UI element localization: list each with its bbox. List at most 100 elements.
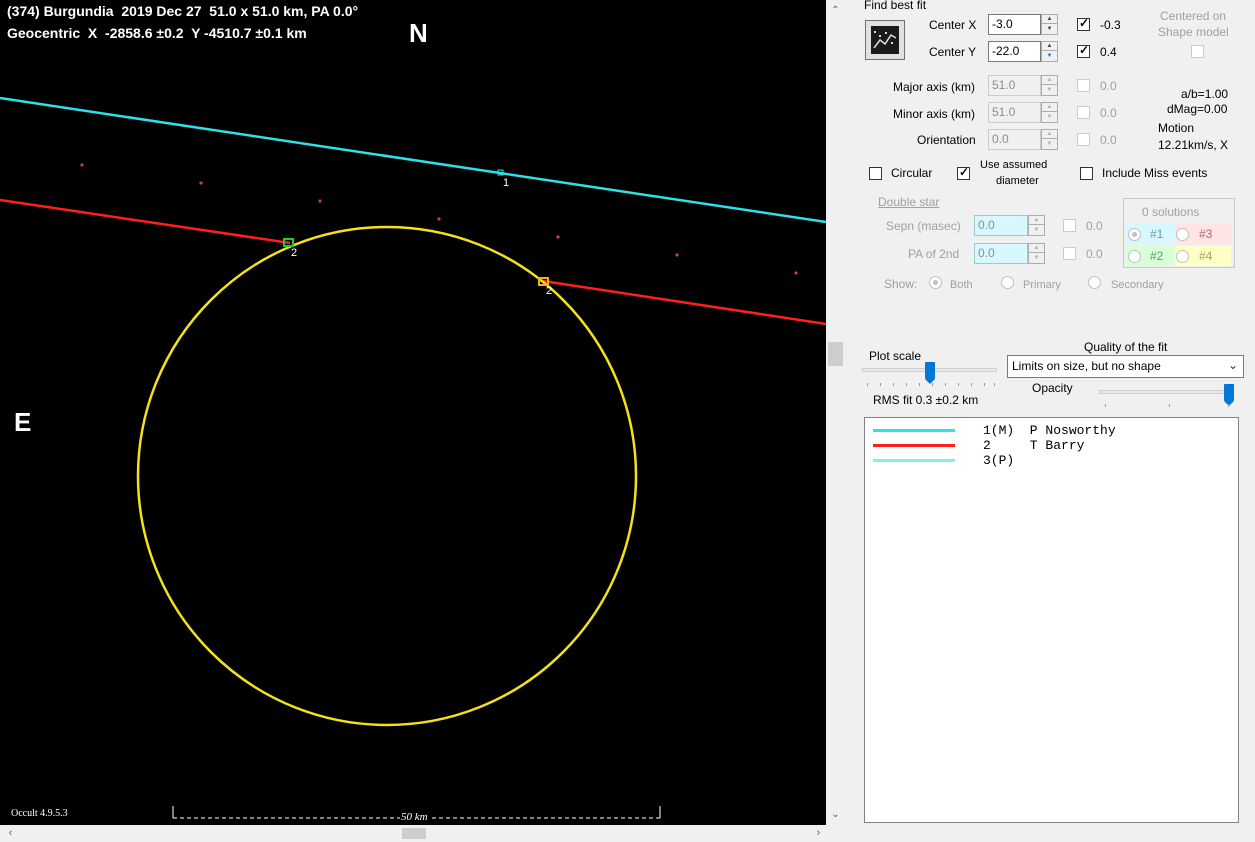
solution-2-radio[interactable] — [1128, 250, 1141, 263]
east-indicator: E — [14, 407, 32, 437]
shape-model-label: Shape model — [1158, 25, 1229, 39]
orientation-input[interactable]: 0.0 — [988, 129, 1041, 150]
chord-line-2-west — [0, 198, 291, 245]
plot-title: (374) Burgundia 2019 Dec 27 51.0 x 51.0 … — [7, 3, 359, 19]
centered-on-shape-model-checkbox[interactable] — [1191, 45, 1204, 58]
major-axis-checkbox[interactable] — [1077, 79, 1090, 92]
chord-line-2-east — [542, 279, 826, 326]
show-label: Show: — [884, 277, 918, 291]
sepn-checkbox[interactable] — [1063, 219, 1076, 232]
legend-observer-text: 2 T Barry — [983, 438, 1085, 453]
minor-axis-checkbox[interactable] — [1077, 106, 1090, 119]
solution-4-option[interactable]: #4 — [1175, 246, 1231, 266]
major-axis-check-label: 0.0 — [1100, 79, 1117, 93]
chord-1-label: 1 — [503, 177, 509, 189]
plot-scale-label: Plot scale — [869, 349, 922, 363]
chord-2-end-label: 2 — [546, 285, 552, 297]
major-axis-input[interactable]: 51.0 — [988, 75, 1041, 96]
quality-of-fit-label: Quality of the fit — [1084, 340, 1168, 354]
north-indicator: N — [409, 18, 428, 48]
circular-checkbox[interactable] — [869, 167, 882, 180]
show-primary-radio[interactable] — [1001, 276, 1014, 289]
legend-color-swatch — [873, 429, 955, 432]
sepn-check-label: 0.0 — [1086, 219, 1103, 233]
rms-fit-label: RMS fit 0.3 ±0.2 km — [873, 393, 979, 407]
pa-of-2nd-spinner[interactable]: ▲ ▼ — [1028, 243, 1045, 264]
occult-shape-fit-window: 1 2 2 (374) Burgundia 2019 Dec 27 51.0 x… — [0, 0, 1255, 842]
centered-on-label: Centered on — [1160, 9, 1227, 23]
solution-1-radio[interactable] — [1128, 228, 1141, 241]
center-x-check-label: -0.3 — [1100, 18, 1121, 32]
scroll-left-arrow-icon[interactable]: ‹ — [2, 825, 19, 842]
center-x-spinner[interactable]: ▲ ▼ — [1041, 14, 1058, 35]
horizontal-scroll-thumb[interactable] — [402, 828, 426, 839]
pa-of-2nd-checkbox[interactable] — [1063, 247, 1076, 260]
vertical-scroll-thumb[interactable] — [828, 342, 843, 366]
circular-label: Circular — [891, 166, 933, 180]
pa-of-2nd-check-label: 0.0 — [1086, 247, 1103, 261]
version-label: Occult 4.9.5.3 — [11, 808, 68, 819]
legend-row[interactable]: 1(M) P Nosworthy — [865, 423, 1235, 438]
legend-observer-text: 3(P) — [983, 453, 1015, 468]
minor-axis-input[interactable]: 51.0 — [988, 102, 1041, 123]
orientation-spinner[interactable]: ▲ ▼ — [1041, 129, 1058, 150]
minor-axis-spinner[interactable]: ▲ ▼ — [1041, 102, 1058, 123]
legend-row[interactable]: 2 T Barry — [865, 438, 1235, 453]
scroll-right-arrow-icon[interactable]: › — [810, 825, 827, 842]
opacity-track[interactable] — [1099, 390, 1234, 394]
center-y-checkbox[interactable]: ✓ — [1077, 43, 1090, 58]
minor-axis-label: Minor axis (km) — [893, 107, 976, 121]
pa-of-2nd-label: PA of 2nd — [908, 247, 960, 261]
find-best-fit-label: Find best fit — [864, 0, 927, 12]
solution-2-option[interactable]: #2 — [1125, 246, 1175, 266]
sepn-spinner[interactable]: ▲ ▼ — [1028, 215, 1045, 236]
solutions-count-label: 0 solutions — [1142, 205, 1200, 219]
plot-scale-slider-thumb[interactable] — [924, 362, 935, 384]
solution-4-radio[interactable] — [1176, 250, 1189, 263]
chevron-down-icon: ⌄ — [1227, 358, 1238, 372]
pa-of-2nd-input[interactable]: 0.0 — [974, 243, 1028, 264]
double-star-label: Double star — [878, 195, 940, 209]
center-y-spinner[interactable]: ▲ ▼ — [1041, 41, 1058, 62]
find-best-fit-button[interactable] — [865, 20, 905, 60]
include-miss-events-label: Include Miss events — [1102, 166, 1208, 180]
chord-2-start-label: 2 — [291, 247, 297, 259]
scroll-up-arrow-icon[interactable]: ⌃ — [826, 2, 845, 19]
show-both-label: Both — [950, 279, 973, 291]
center-y-label: Center Y — [929, 45, 977, 59]
motion-value: 12.21km/s, X — [1158, 138, 1229, 152]
asteroid-outline-ellipse — [136, 225, 638, 727]
major-axis-label: Major axis (km) — [893, 80, 976, 94]
plot-vertical-scrollbar[interactable]: ⌃ ⌄ — [826, 0, 845, 825]
legend-row[interactable]: 3(P) — [865, 453, 1235, 468]
legend-observer-text: 1(M) P Nosworthy — [983, 423, 1116, 438]
include-miss-events-checkbox[interactable] — [1080, 167, 1093, 180]
opacity-slider-thumb[interactable] — [1224, 384, 1234, 406]
major-axis-spinner[interactable]: ▲ ▼ — [1041, 75, 1058, 96]
solution-3-radio[interactable] — [1176, 228, 1189, 241]
plot-horizontal-scrollbar[interactable]: ‹ › — [0, 825, 845, 842]
sepn-input[interactable]: 0.0 — [974, 215, 1028, 236]
center-y-input[interactable]: -22.0 — [988, 41, 1041, 62]
scale-label: 50 km — [400, 811, 429, 823]
fit-chart-icon — [871, 26, 899, 54]
legend-color-swatch — [873, 444, 955, 447]
asteroid-profile-plot[interactable]: 1 2 2 (374) Burgundia 2019 Dec 27 51.0 x… — [0, 0, 826, 825]
center-x-checkbox[interactable]: ✓ — [1077, 16, 1090, 31]
legend-color-swatch — [873, 459, 955, 462]
ab-ratio-label: a/b=1.00 — [1181, 87, 1229, 101]
show-both-radio[interactable] — [929, 276, 942, 289]
quality-of-fit-select[interactable]: Limits on size, but no shape ⌄ — [1007, 355, 1244, 378]
solution-1-option[interactable]: #1 — [1125, 224, 1175, 244]
use-assumed-diameter-checkbox[interactable]: ✓ — [957, 165, 970, 180]
observer-legend-list[interactable]: 1(M) P Nosworthy 2 T Barry 3(P) — [864, 417, 1239, 823]
center-x-input[interactable]: -3.0 — [988, 14, 1041, 35]
plot-scale-ticks — [867, 383, 995, 387]
show-primary-label: Primary — [1023, 279, 1061, 291]
show-secondary-radio[interactable] — [1088, 276, 1101, 289]
quality-of-fit-value: Limits on size, but no shape — [1012, 359, 1161, 373]
solution-3-option[interactable]: #3 — [1175, 224, 1231, 244]
fit-controls-panel: Find best fit Center X -3.0 ▲ ▼ ✓ -0.3 Ce… — [849, 0, 1255, 842]
orientation-checkbox[interactable] — [1077, 133, 1090, 146]
scroll-down-arrow-icon[interactable]: ⌄ — [826, 806, 845, 823]
